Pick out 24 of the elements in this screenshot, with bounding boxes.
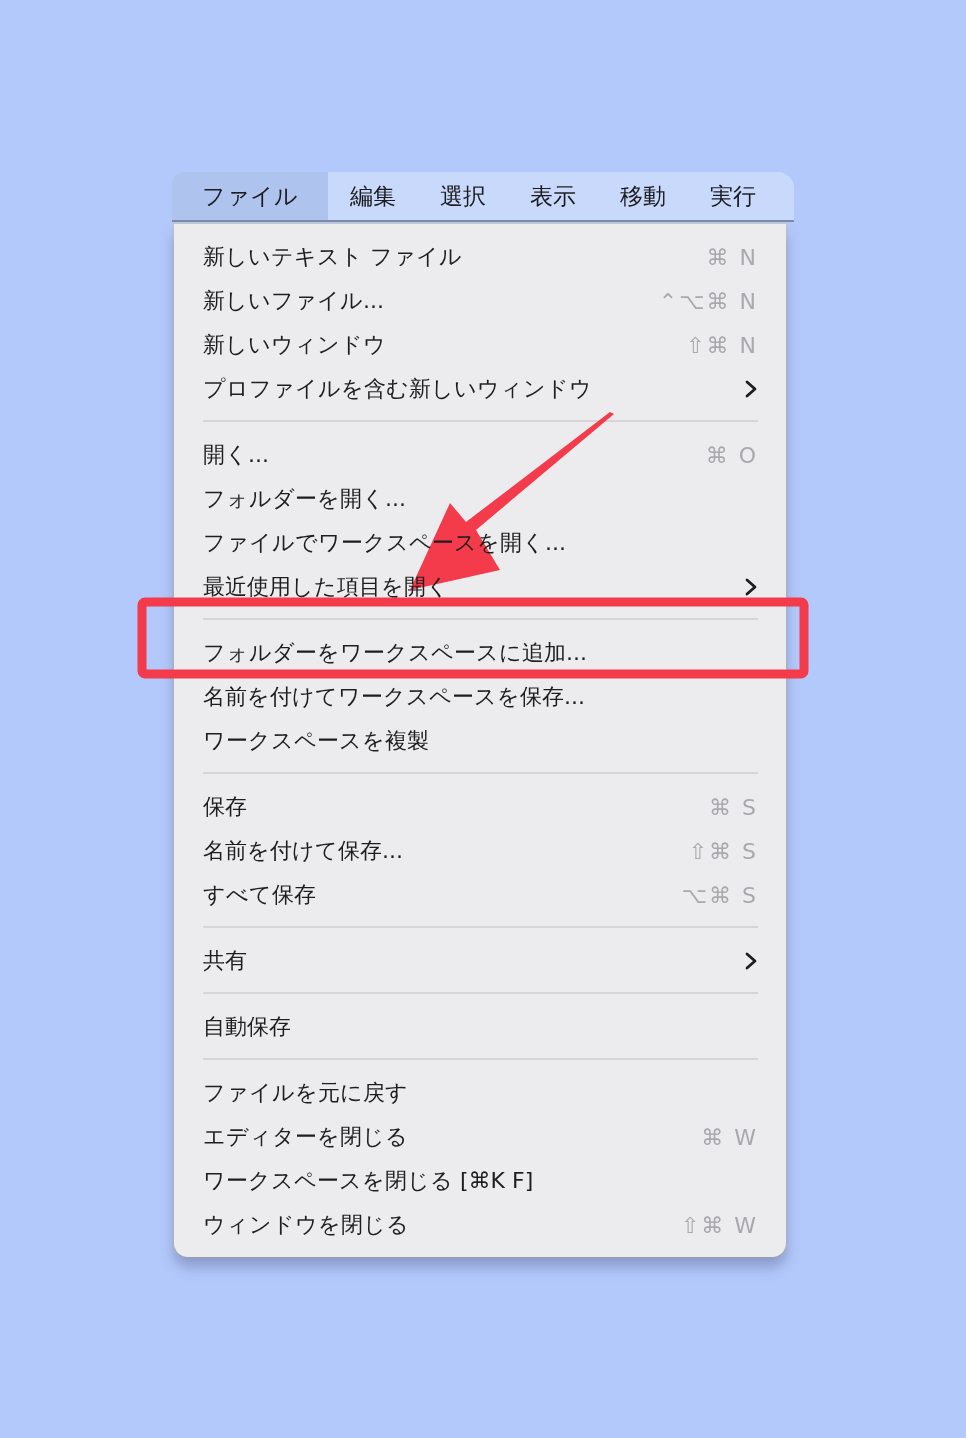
menu-item[interactable]: 新しいウィンドウ ⇧⌘ N bbox=[174, 323, 786, 367]
menu-item[interactable]: ワークスペースを複製 bbox=[174, 719, 786, 763]
menu-bar-item[interactable]: 移動 bbox=[598, 172, 688, 220]
menu-item[interactable]: エディターを閉じる ⌘ W bbox=[174, 1115, 786, 1159]
menu-item[interactable]: 新しいファイル... ⌃⌥⌘ N bbox=[174, 279, 786, 323]
menu-item[interactable]: すべて保存 ⌥⌘ S bbox=[174, 873, 786, 917]
menu-item[interactable]: ワークスペースを閉じる [⌘K F] bbox=[174, 1159, 786, 1203]
menu-item[interactable]: 保存 ⌘ S bbox=[174, 785, 786, 829]
menu-bar-item[interactable]: 編集 bbox=[328, 172, 418, 220]
menu-bar-item[interactable]: 実行 bbox=[688, 172, 778, 220]
menu-item[interactable]: 開く... ⌘ O bbox=[174, 433, 786, 477]
menu-bar-item[interactable]: 表示 bbox=[508, 172, 598, 220]
menu-item[interactable]: 新しいテキスト ファイル ⌘ N bbox=[174, 235, 786, 279]
menu-item[interactable]: ファイルを元に戻す bbox=[174, 1071, 786, 1115]
menu-item[interactable]: 共有 bbox=[174, 939, 786, 983]
menu-item[interactable]: 名前を付けてワークスペースを保存... bbox=[174, 675, 786, 719]
menu-bar-item[interactable]: 選択 bbox=[418, 172, 508, 220]
menu-bar-item[interactable]: ファイル bbox=[172, 172, 328, 220]
menu-item[interactable]: ウィンドウを閉じる ⇧⌘ W bbox=[174, 1203, 786, 1247]
menu-item[interactable]: フォルダーを開く... bbox=[174, 477, 786, 521]
menu-item[interactable]: プロファイルを含む新しいウィンドウ bbox=[174, 367, 786, 411]
menu-item[interactable]: 自動保存 bbox=[174, 1005, 786, 1049]
menu-item[interactable]: フォルダーをワークスペースに追加... bbox=[174, 631, 786, 675]
menu-item[interactable]: 名前を付けて保存... ⇧⌘ S bbox=[174, 829, 786, 873]
